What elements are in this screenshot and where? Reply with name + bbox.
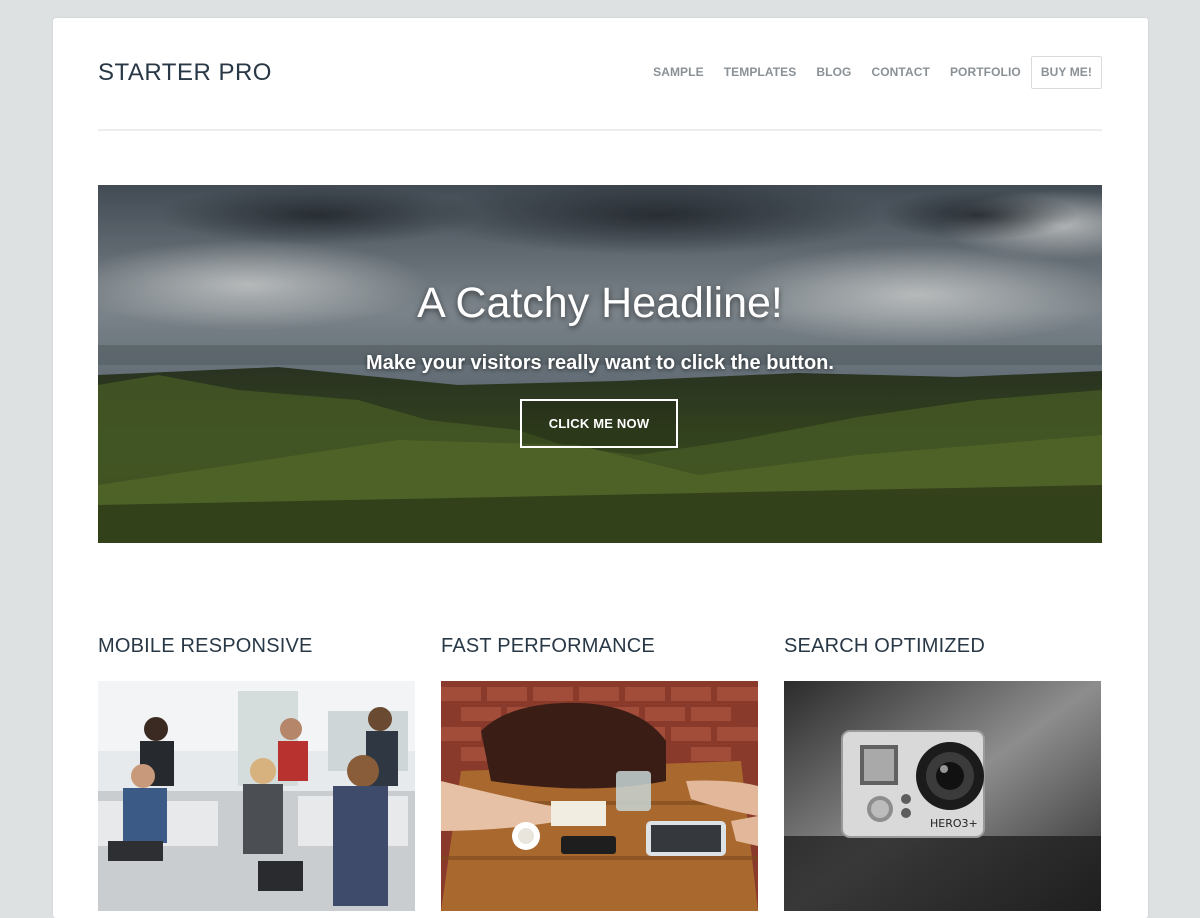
feature-image-meeting [98,681,415,911]
office-meeting-photo [98,681,415,911]
feature-title: SEARCH OPTIMIZED [784,635,985,657]
nav-item-contact[interactable]: CONTACT [871,56,929,89]
feature-fast-performance: FAST PERFORMANCE [441,632,758,911]
hero-content: A Catchy Headline! Make your visitors re… [98,185,1102,543]
hero-subheadline: Make your visitors really want to click … [366,352,834,374]
site-header: STARTER PRO SAMPLE TEMPLATES BLOG CONTAC… [98,18,1102,131]
camera-brand-label: HERO3+ [930,817,978,830]
hero-headline: A Catchy Headline! [417,279,783,327]
nav-item-templates[interactable]: TEMPLATES [724,56,797,89]
feature-title: FAST PERFORMANCE [441,635,655,657]
site-container: STARTER PRO SAMPLE TEMPLATES BLOG CONTAC… [53,18,1148,918]
feature-search-optimized: SEARCH OPTIMIZED HERO3+ [784,632,1101,911]
action-camera-photo: HERO3+ [784,681,1101,911]
feature-title: MOBILE RESPONSIVE [98,635,313,657]
feature-mobile-responsive: MOBILE RESPONSIVE [98,632,415,911]
nav-item-blog[interactable]: BLOG [816,56,851,89]
click-me-now-button[interactable]: CLICK ME NOW [520,399,678,448]
coffee-table-photo [441,681,758,911]
main-navigation: SAMPLE TEMPLATES BLOG CONTACT PORTFOLIO … [633,56,1102,89]
nav-item-portfolio[interactable]: PORTFOLIO [950,56,1021,89]
site-logo[interactable]: STARTER PRO [98,58,272,88]
feature-image-camera: HERO3+ [784,681,1101,911]
feature-image-table [441,681,758,911]
buy-me-button[interactable]: BUY ME! [1030,56,1102,89]
nav-item-sample[interactable]: SAMPLE [653,56,704,89]
hero-banner: A Catchy Headline! Make your visitors re… [98,185,1102,543]
